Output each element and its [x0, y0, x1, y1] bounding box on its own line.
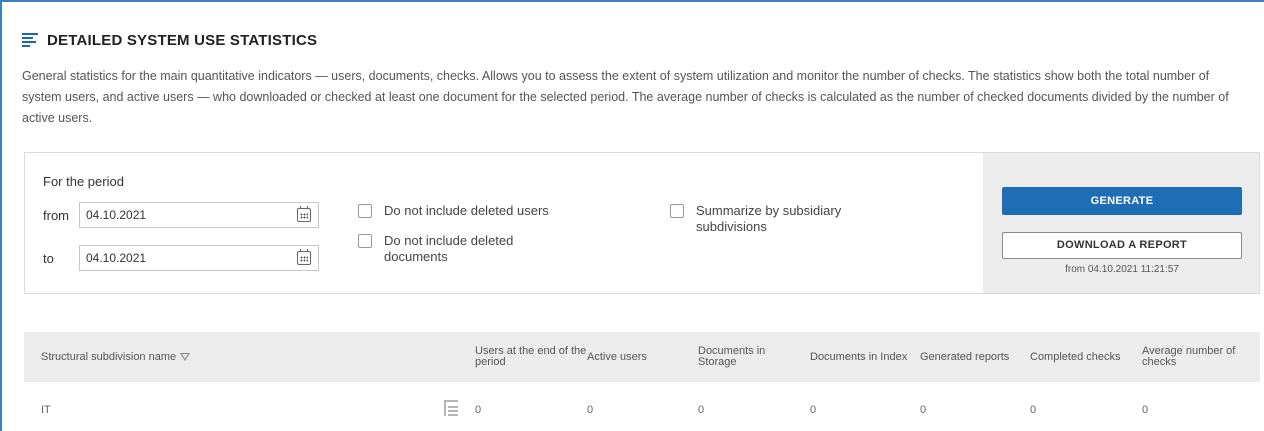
cell-average-checks: 0: [1142, 404, 1149, 416]
checkbox-box[interactable]: [358, 204, 372, 218]
cell-active-users: 0: [587, 404, 594, 416]
tree-structure-icon[interactable]: [444, 400, 458, 418]
cell-generated-reports: 0: [920, 404, 927, 416]
from-label: from: [43, 208, 69, 223]
exclude-deleted-documents-checkbox[interactable]: Do not include deleted documents: [358, 233, 558, 265]
checkbox-box[interactable]: [358, 234, 372, 248]
checkbox-box[interactable]: [670, 204, 684, 218]
column-header-generated-reports[interactable]: Generated reports: [920, 352, 1009, 363]
checkbox-label: Summarize by subsidiary subdivisions: [696, 203, 842, 234]
filter-panel: For the period from 04.10.2021 to 04.10.…: [24, 152, 1260, 294]
cell-users-end: 0: [475, 404, 482, 416]
cell-documents-storage: 0: [698, 404, 705, 416]
page-title: DETAILED SYSTEM USE STATISTICS: [47, 31, 318, 49]
filter-icon[interactable]: [180, 353, 191, 361]
checkbox-label: Do not include deleted documents: [384, 233, 514, 264]
download-report-button[interactable]: DOWNLOAD A REPORT: [1002, 232, 1242, 259]
cell-documents-index: 0: [810, 404, 817, 416]
generate-button[interactable]: GENERATE: [1002, 187, 1242, 215]
column-header-subdivision[interactable]: Structural subdivision name: [41, 352, 191, 363]
from-date-input[interactable]: 04.10.2021: [79, 202, 319, 228]
column-header-completed-checks[interactable]: Completed checks: [1030, 352, 1121, 363]
column-header-users-end[interactable]: Users at the end of the period: [475, 346, 587, 368]
report-timestamp: from 04.10.2021 11:21:57: [1065, 264, 1179, 275]
column-header-average-checks[interactable]: Average number of checks: [1142, 346, 1242, 368]
cell-completed-checks: 0: [1030, 404, 1037, 416]
to-label: to: [43, 251, 54, 266]
bar-list-icon: [22, 33, 38, 47]
column-header-active-users[interactable]: Active users: [587, 352, 647, 363]
column-header-documents-storage[interactable]: Documents in Storage: [698, 346, 788, 368]
to-date-value: 04.10.2021: [86, 251, 147, 265]
to-date-input[interactable]: 04.10.2021: [79, 245, 319, 271]
from-date-value: 04.10.2021: [86, 208, 147, 222]
table-row[interactable]: IT 0 0 0 0 0 0 0: [24, 382, 1260, 431]
calendar-icon[interactable]: [297, 249, 311, 265]
calendar-icon[interactable]: [297, 206, 311, 222]
checkbox-label: Do not include deleted users: [384, 203, 549, 218]
cell-subdivision-name[interactable]: IT: [41, 404, 51, 416]
section-description: General statistics for the main quantita…: [22, 69, 1229, 125]
period-label: For the period: [43, 174, 124, 189]
exclude-deleted-users-checkbox[interactable]: Do not include deleted users: [358, 203, 578, 219]
column-header-documents-index[interactable]: Documents in Index: [810, 352, 907, 363]
section-header: DETAILED SYSTEM USE STATISTICS: [22, 30, 317, 50]
summarize-subsidiary-checkbox[interactable]: Summarize by subsidiary subdivisions: [670, 203, 870, 235]
table-header: Structural subdivision name Users at the…: [24, 332, 1260, 382]
